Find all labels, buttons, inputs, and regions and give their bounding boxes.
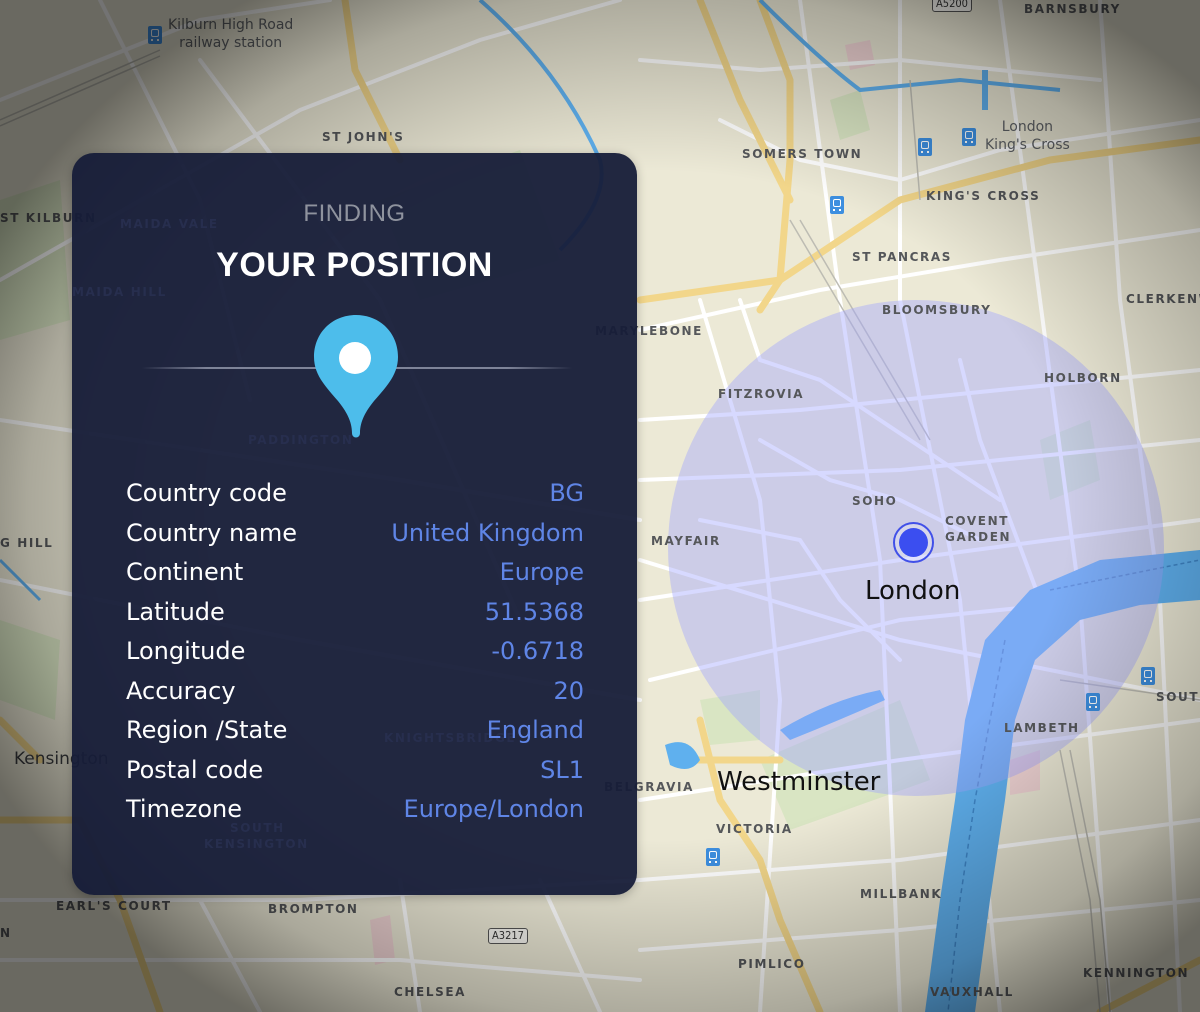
info-label: Longitude — [126, 637, 246, 665]
info-value: England — [486, 716, 584, 744]
map-label-kings-cross: KING'S CROSS — [926, 189, 1041, 203]
map-label-bloomsbury: BLOOMSBURY — [882, 303, 992, 317]
info-row-country-name: Country name United Kingdom — [126, 519, 584, 559]
info-value: Europe/London — [403, 795, 584, 823]
map-label-st-pancras: ST PANCRAS — [852, 250, 953, 264]
card-title: YOUR POSITION — [216, 246, 493, 284]
info-label: Postal code — [126, 755, 264, 784]
map-label-chelsea: CHELSEA — [394, 985, 467, 999]
info-label: Region /State — [126, 716, 288, 744]
info-label: Country code — [126, 479, 287, 507]
info-value: 20 — [553, 676, 584, 705]
railway-station-icon[interactable] — [148, 26, 162, 44]
map-label-victoria: VICTORIA — [716, 822, 793, 836]
info-row-country-code: Country code BG — [126, 479, 584, 519]
info-value: BG — [549, 479, 584, 507]
map-label-westminster: Westminster — [717, 767, 881, 797]
map-label-mayfair: MAYFAIR — [651, 534, 721, 548]
info-row-region-state: Region /State England — [126, 716, 584, 756]
info-row-postal-code: Postal code SL1 — [126, 756, 584, 796]
map-label-kennington: KENNINGTON — [1083, 966, 1190, 980]
map-label-millbank: MILLBANK — [860, 887, 943, 901]
road-shield-a5200: A5200 — [932, 0, 972, 12]
info-label: Country name — [126, 518, 298, 547]
info-value: -0.6718 — [491, 637, 584, 665]
map-label-vauxhall: VAUXHALL — [930, 985, 1014, 999]
map-label-notting-hill: G HILL — [0, 536, 54, 550]
railway-station-icon[interactable] — [962, 128, 976, 146]
map-label-pimlico: PIMLICO — [738, 957, 806, 971]
map-label-brompton: BROMPTON — [268, 902, 359, 916]
info-row-accuracy: Accuracy 20 — [126, 677, 584, 717]
info-label: Continent — [126, 558, 244, 586]
map-label-covent-garden-2: GARDEN — [945, 530, 1012, 544]
map-label-somers-town: SOMERS TOWN — [742, 147, 863, 161]
info-row-continent: Continent Europe — [126, 558, 584, 598]
info-label: Latitude — [126, 597, 225, 626]
info-row-longitude: Longitude -0.6718 — [126, 637, 584, 677]
railway-station-icon[interactable] — [918, 138, 932, 156]
map-label-st-johns-wood: ST JOHN'S — [322, 130, 405, 144]
info-row-timezone: Timezone Europe/London — [126, 795, 584, 835]
map-label-holborn: HOLBORN — [1044, 371, 1122, 385]
info-label: Accuracy — [126, 676, 236, 705]
current-location-dot-icon — [899, 528, 928, 557]
map-label-maida-hill: MAIDA HILL — [72, 285, 167, 299]
map-label-kilburn-station: Kilburn High Road railway station — [168, 17, 294, 51]
railway-station-icon[interactable] — [1141, 667, 1155, 685]
map-label-barnsbury: BARNSBURY — [1024, 2, 1121, 16]
map-label-london: London — [865, 576, 961, 606]
current-location-marker[interactable] — [893, 522, 934, 563]
info-value: 51.5368 — [484, 597, 584, 626]
position-info-table: Country code BG Country name United King… — [126, 479, 584, 835]
map-label-southwark: SOUT — [1156, 690, 1200, 704]
road-shield-a3217: A3217 — [488, 928, 528, 944]
info-value: Europe — [499, 558, 584, 586]
card-eyebrow: FINDING — [303, 200, 406, 227]
map-pin-icon — [314, 315, 398, 438]
info-label: Timezone — [126, 795, 242, 823]
railway-station-icon[interactable] — [830, 196, 844, 214]
position-info-card: MAIDA VALE MAIDA HILL PADDINGTON KNIGHTS… — [72, 153, 637, 895]
info-value: United Kingdom — [391, 518, 584, 547]
map-label-lambeth: LAMBETH — [1004, 721, 1080, 735]
map-label-earls-court: EARL'S COURT — [56, 899, 172, 913]
map-label-edge-n: N — [0, 926, 12, 940]
info-row-latitude: Latitude 51.5368 — [126, 598, 584, 638]
map-label-south-kensington-2: KENSINGTON — [204, 837, 309, 851]
railway-station-icon[interactable] — [1086, 693, 1100, 711]
info-value: SL1 — [540, 755, 584, 784]
railway-station-icon[interactable] — [706, 848, 720, 866]
map-label-soho: SOHO — [852, 494, 898, 508]
map-label-covent-garden-1: COVENT — [945, 514, 1009, 528]
map-label-fitzrovia: FITZROVIA — [718, 387, 805, 401]
map-label-clerkenwell: CLERKENW — [1126, 292, 1200, 306]
map-label-kings-cross-station: London King's Cross — [985, 119, 1070, 153]
